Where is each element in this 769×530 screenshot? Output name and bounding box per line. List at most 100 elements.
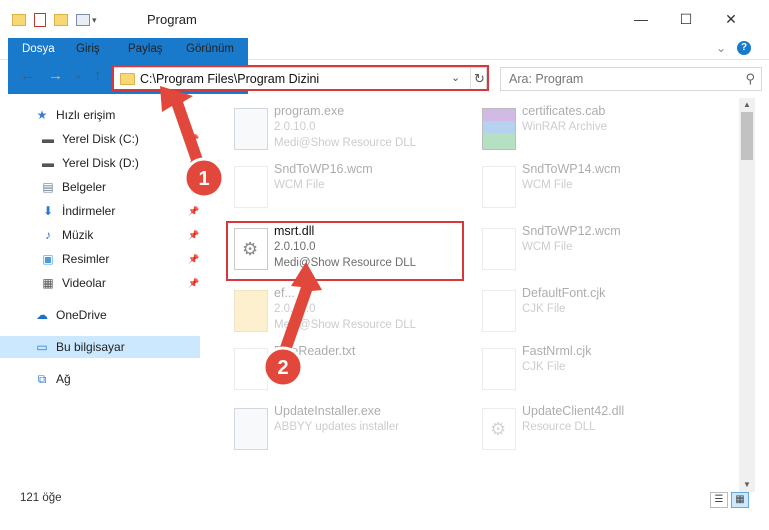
tiles-view-icon[interactable]: ▦ [731,492,749,508]
scroll-down-icon[interactable]: ▼ [739,478,755,492]
doc-file-icon [482,166,516,208]
sidebar-item-label: OneDrive [56,308,107,322]
maximize-button[interactable]: ☐ [671,8,701,30]
address-highlight-box [112,65,489,91]
folder-icon[interactable] [12,14,26,26]
doc-file-icon [482,348,516,390]
file-name: FineReader.txt [274,344,356,358]
up-arrow-icon[interactable]: ↑ [94,67,102,84]
sidebar-item-label: Ağ [56,372,71,386]
sidebar-item[interactable]: ▦ Videolar 📌 [0,272,200,294]
new-folder-icon[interactable] [54,14,68,26]
pin-icon[interactable]: 📌 [188,158,199,169]
sidebar-item-label: Resimler [62,252,110,266]
customize-toolbar-chevron-icon[interactable]: ▾ [92,15,97,26]
sidebar-item[interactable]: ▬ Yerel Disk (D:) 📌 [0,152,200,174]
file-list: program.exe 2.0.10.0 Medi@Show Resource DL… [210,98,740,492]
pin-icon[interactable]: 📌 [188,278,199,289]
sidebar-item-label: İndirmeler [62,204,116,218]
file-description: Medi@Show Resource DLL [274,137,417,149]
pin-icon[interactable]: 📌 [188,206,199,217]
file-item[interactable]: SndToWP14.wcm WCM File [476,160,716,216]
exe-file-icon [234,408,268,450]
sidebar-item[interactable]: ⧉ Ağ [0,368,200,390]
sidebar-item-label: Hızlı erişim [56,108,116,122]
navigation-pane: ★ Hızlı erişim ▬ Yerel Disk (C:) 📌 ▬ Yerel Dis… [0,98,205,502]
arch-file-icon [482,108,516,150]
file-item[interactable]: UpdateClient42.dll Resource DLL [476,402,716,458]
file-name: SndToWP12.wcm [522,224,621,238]
file-item[interactable]: SndToWP16.wcm WCM File [228,160,468,216]
sidebar-item[interactable]: ☁ OneDrive [0,304,200,326]
download-icon: ⬇ [42,204,54,218]
tab-home[interactable]: Giriş [66,38,110,60]
sidebar-item-label: Bu bilgisayar [56,340,125,354]
forward-arrow-icon[interactable]: → [48,67,63,84]
file-item[interactable]: program.exe 2.0.10.0 Medi@Show Resource DL… [228,102,468,158]
sidebar-item[interactable]: ▭ Bu bilgisayar [0,336,200,358]
doc-file-icon [234,166,268,208]
sidebar-item[interactable]: ♪ Müzik 📌 [0,224,200,246]
tab-share[interactable]: Paylaş [118,38,173,60]
sidebar-item[interactable]: ▣ Resimler 📌 [0,248,200,270]
file-item[interactable]: FineReader.txt ...ile [228,342,468,398]
file-name: UpdateInstaller.exe [274,404,382,418]
star-icon: ★ [36,108,48,122]
pin-icon[interactable]: 📌 [188,254,199,265]
details-view-icon[interactable]: ☰ [710,492,728,508]
file-name: certificates.cab [522,104,606,118]
sidebar-item-label: Videolar [62,276,106,290]
file-detail: CJK File [522,361,566,373]
close-button[interactable]: ✕ [716,8,746,30]
properties-icon[interactable] [34,13,46,27]
quick-access-toolbar: ▾ [12,10,97,30]
search-box[interactable]: Ara: Program ⚲ [500,67,762,91]
pin-icon[interactable]: 📌 [188,230,199,241]
search-icon[interactable]: ⚲ [745,71,755,87]
sidebar-item[interactable]: ▤ Belgeler 📌 [0,176,200,198]
network-icon: ⧉ [37,371,47,386]
scroll-up-icon[interactable]: ▲ [739,98,755,112]
file-name: FastNrml.cjk [522,344,592,358]
music-icon: ♪ [45,228,51,242]
file-detail: ...ile [274,361,296,373]
documents-icon: ▤ [42,180,54,194]
status-bar: 121 öğe ☰ ▦ [0,492,769,530]
cloud-icon: ☁ [36,308,48,322]
file-item[interactable]: certificates.cab WinRAR Archive [476,102,716,158]
ribbon-expand-chevron-icon[interactable]: ⌄ [716,41,726,55]
file-detail: 2.0.10.0 [274,303,316,315]
drive-icon: ▬ [42,156,54,170]
minimize-button[interactable]: — [626,8,656,30]
videos-icon: ▦ [42,276,54,290]
search-input[interactable]: Ara: Program [509,72,583,86]
sidebar-item-label: Müzik [62,228,94,242]
file-item[interactable]: UpdateInstaller.exe ABBYY updates install… [228,402,468,458]
view-options-icon[interactable] [76,14,90,26]
file-detail: Resource DLL [522,421,596,433]
sidebar-item[interactable]: ★ Hızlı erişim [0,104,200,126]
file-highlight-box [226,221,464,281]
vertical-scrollbar[interactable]: ▲ ▼ [739,98,755,492]
back-arrow-icon[interactable]: ← [20,67,35,84]
file-item[interactable]: ef... 2.0.10.0 Medi@Show Resource DLL [228,284,468,340]
recent-locations-chevron-icon[interactable]: ⌄ [74,70,82,81]
window-title: Program [147,12,197,27]
sidebar-item[interactable]: ▬ Yerel Disk (C:) 📌 [0,128,200,150]
pin-icon[interactable]: 📌 [188,134,199,145]
file-description: Medi@Show Resource DLL [274,319,417,331]
scrollbar-thumb[interactable] [741,112,753,160]
file-item[interactable]: FastNrml.cjk CJK File [476,342,716,398]
sidebar-item[interactable]: ⬇ İndirmeler 📌 [0,200,200,222]
doc-file-icon [482,228,516,270]
pin-icon[interactable]: 📌 [188,182,199,193]
help-icon[interactable]: ? [737,41,751,55]
file-item[interactable]: DefaultFont.cjk CJK File [476,284,716,340]
sidebar-item-label: Yerel Disk (D:) [62,156,139,170]
sidebar-item-label: Belgeler [62,180,107,194]
file-item[interactable]: SndToWP12.wcm WCM File [476,222,716,278]
exe-file-icon [234,108,268,150]
doc-file-icon [234,348,268,390]
dll-file-icon [482,408,516,450]
tab-view[interactable]: Görünüm [176,38,244,60]
